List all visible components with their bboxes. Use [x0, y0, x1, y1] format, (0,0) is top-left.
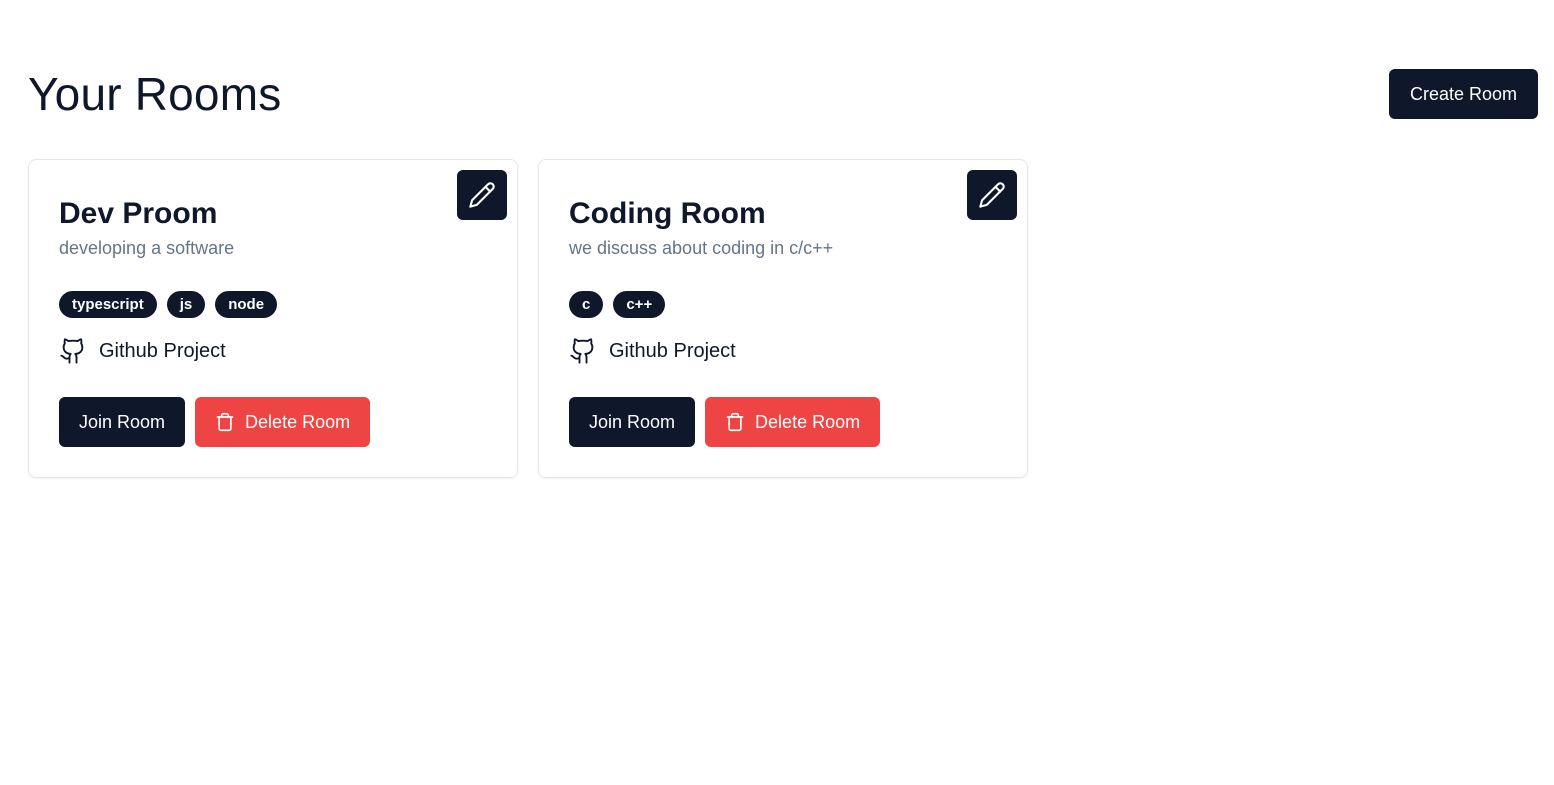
room-actions: Join Room Delete Room	[569, 397, 881, 447]
room-name: Coding Room	[569, 197, 766, 230]
tag-list: typescript js node	[59, 291, 278, 318]
room-description: developing a software	[59, 238, 235, 258]
room-card: Coding Room we discuss about coding in c…	[538, 159, 1028, 478]
pencil-icon	[468, 181, 496, 209]
github-project-link[interactable]: Github Project	[569, 337, 736, 365]
delete-room-label: Delete Room	[755, 411, 861, 432]
create-room-button[interactable]: Create Room	[1389, 69, 1538, 119]
github-link-label: Github Project	[99, 339, 226, 362]
tag-badge[interactable]: node	[215, 291, 278, 318]
rooms-page: Your Rooms Create Room Dev Proom develop…	[0, 0, 1554, 785]
room-name: Dev Proom	[59, 197, 218, 230]
tag-badge[interactable]: c	[569, 291, 604, 318]
trash-icon	[215, 412, 235, 432]
room-actions: Join Room Delete Room	[59, 397, 371, 447]
github-icon	[59, 337, 87, 365]
join-room-button[interactable]: Join Room	[569, 397, 696, 447]
page-title: Your Rooms	[28, 68, 282, 120]
delete-room-button[interactable]: Delete Room	[705, 397, 881, 447]
join-room-button[interactable]: Join Room	[59, 397, 186, 447]
github-link-label: Github Project	[609, 339, 736, 362]
trash-icon	[725, 412, 745, 432]
github-project-link[interactable]: Github Project	[59, 337, 226, 365]
tag-list: c c++	[569, 291, 666, 318]
pencil-icon	[978, 181, 1006, 209]
room-description: we discuss about coding in c/c++	[569, 238, 834, 258]
room-card: Dev Proom developing a software typescri…	[28, 159, 518, 478]
delete-room-label: Delete Room	[245, 411, 351, 432]
tag-badge[interactable]: typescript	[59, 291, 157, 318]
tag-badge[interactable]: c++	[613, 291, 666, 318]
delete-room-button[interactable]: Delete Room	[195, 397, 371, 447]
github-icon	[569, 337, 597, 365]
edit-room-button[interactable]	[457, 170, 507, 220]
edit-room-button[interactable]	[967, 170, 1017, 220]
tag-badge[interactable]: js	[166, 291, 206, 318]
room-list: Dev Proom developing a software typescri…	[28, 159, 1028, 478]
